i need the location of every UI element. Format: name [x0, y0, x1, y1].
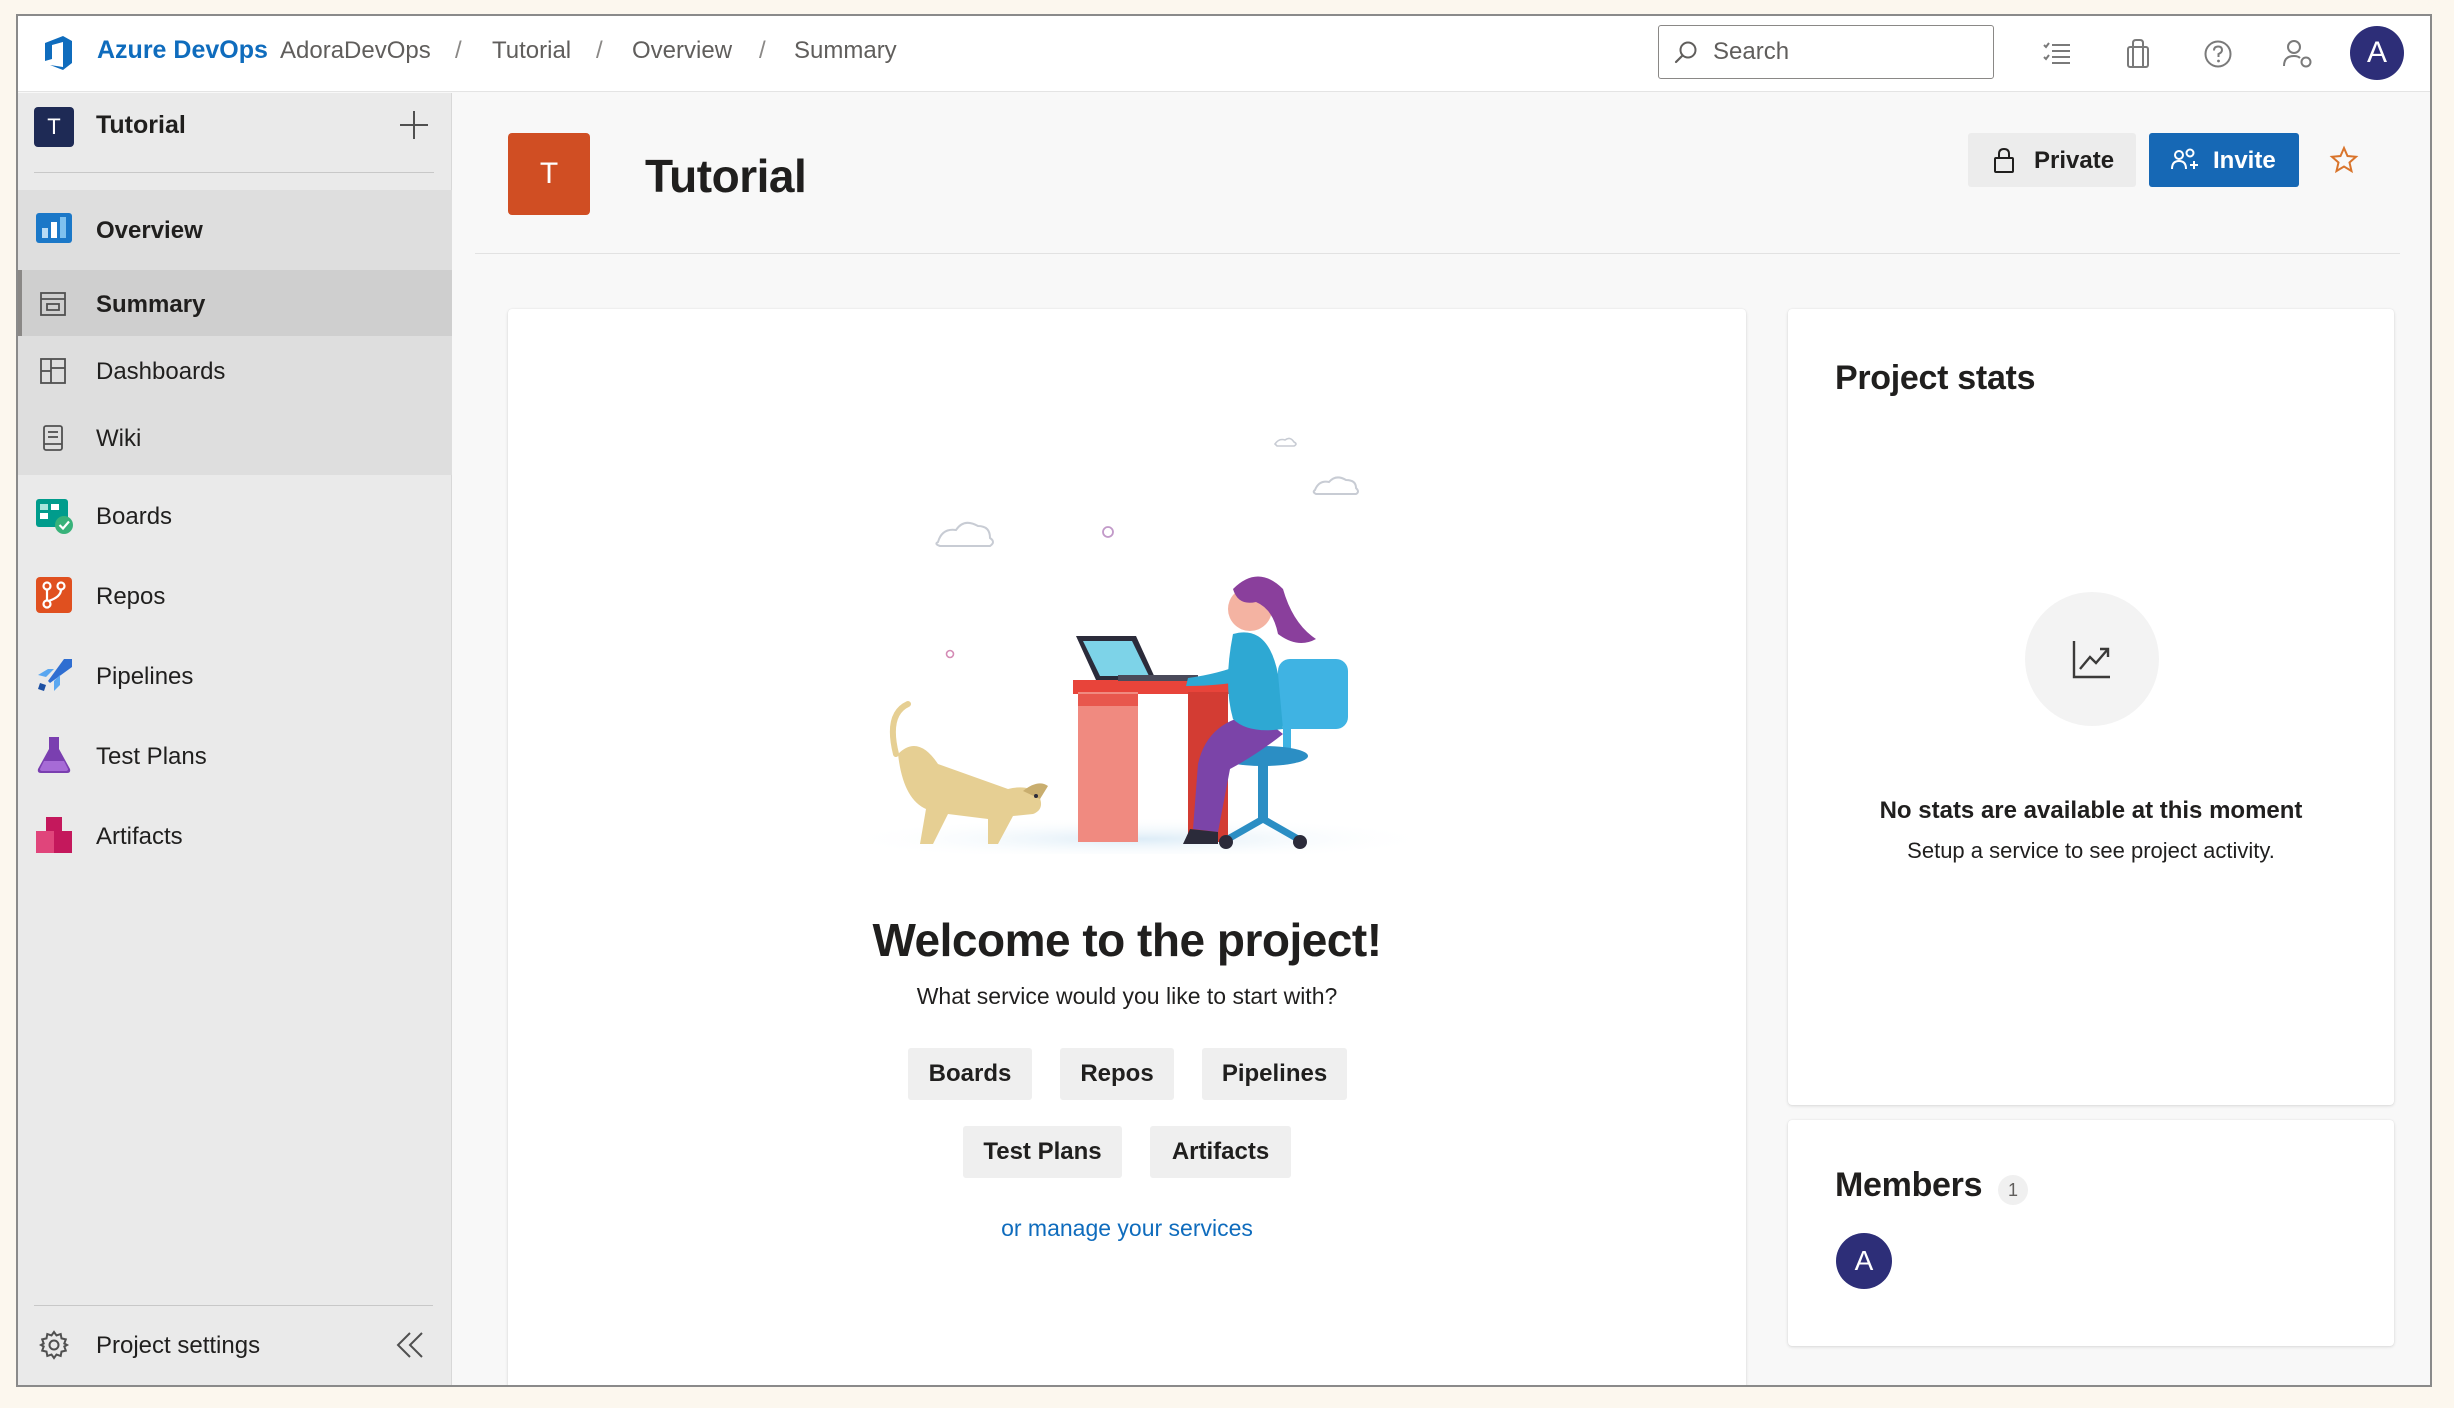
work-items-list-icon[interactable]	[2040, 36, 2076, 72]
sidebar-item-pipelines[interactable]: Pipelines	[18, 635, 452, 715]
invite-button[interactable]: Invite	[2149, 133, 2299, 187]
repos-icon	[36, 577, 72, 613]
members-title: Members	[1835, 1166, 1983, 1204]
summary-icon	[40, 292, 66, 316]
overview-icon	[36, 213, 72, 243]
sidebar-item-wiki[interactable]: Wiki	[18, 404, 452, 470]
member-avatar[interactable]: A	[1836, 1233, 1892, 1289]
stats-empty-title: No stats are available at this moment	[1879, 797, 2303, 824]
browser-frame: Azure DevOps AdoraDevOps / Tutorial / Ov…	[16, 14, 2432, 1387]
invite-button-label: Invite	[2213, 147, 2276, 174]
stats-title: Project stats	[1835, 359, 2036, 397]
invite-users-icon	[2171, 148, 2198, 170]
project-badge-large: T	[508, 133, 590, 215]
divider	[34, 172, 434, 173]
sidebar-item-label: Pipelines	[96, 663, 194, 690]
service-button-pipelines[interactable]: Pipelines	[1202, 1048, 1347, 1100]
breadcrumb-project[interactable]: Tutorial	[492, 37, 571, 65]
service-button-repos[interactable]: Repos	[1060, 1048, 1174, 1100]
brand-name[interactable]: Azure DevOps	[97, 36, 268, 65]
breadcrumb-separator: /	[455, 37, 462, 64]
breadcrumb-organization[interactable]: AdoraDevOps	[280, 37, 431, 65]
test-plans-icon	[37, 737, 71, 773]
sidebar-item-label: Summary	[96, 291, 206, 318]
artifacts-icon	[36, 817, 72, 853]
private-button-label: Private	[2034, 147, 2115, 174]
sidebar-footer: Project settings	[18, 1305, 451, 1385]
main-content: T Tutorial Private Invite Welcome to the…	[453, 93, 2430, 1385]
user-settings-icon[interactable]	[2280, 36, 2316, 72]
sidebar-item-label: Repos	[96, 583, 166, 610]
favorite-star-icon[interactable]	[2329, 145, 2359, 175]
manage-services-link[interactable]: or manage your services	[508, 1215, 1746, 1242]
search-icon	[1674, 41, 1697, 64]
project-settings-link[interactable]: Project settings	[96, 1332, 260, 1360]
breadcrumb-overview[interactable]: Overview	[632, 37, 732, 65]
welcome-illustration	[838, 437, 1438, 854]
members-card: Members 1 A	[1788, 1120, 2394, 1346]
gear-icon[interactable]	[38, 1329, 70, 1361]
project-stats-card: Project stats No stats are available at …	[1788, 309, 2394, 1105]
service-button-test-plans[interactable]: Test Plans	[963, 1126, 1122, 1178]
sidebar-item-label: Wiki	[96, 425, 142, 452]
sidebar-item-label: Boards	[96, 503, 173, 530]
welcome-card: Welcome to the project! What service wou…	[508, 309, 1746, 1385]
lock-icon	[1994, 147, 2014, 173]
azure-devops-logo-icon[interactable]	[38, 32, 78, 72]
breadcrumb-separator: /	[596, 37, 603, 64]
sidebar-item-label: Dashboards	[96, 358, 226, 385]
members-count-badge: 1	[1998, 1175, 2028, 1205]
welcome-title: Welcome to the project!	[872, 914, 1382, 966]
header-divider	[475, 253, 2400, 254]
project-header: T Tutorial	[18, 93, 452, 175]
sidebar-item-dashboards[interactable]: Dashboards	[18, 337, 452, 403]
sidebar-item-overview[interactable]: Overview	[18, 190, 452, 270]
stats-empty-subtitle: Setup a service to see project activity.	[1907, 838, 2275, 863]
search-box[interactable]	[1658, 25, 1994, 79]
sidebar-item-label: Artifacts	[96, 823, 183, 850]
dashboards-icon	[40, 358, 66, 384]
marketplace-bag-icon[interactable]	[2120, 36, 2156, 72]
sidebar-item-test-plans[interactable]: Test Plans	[18, 715, 452, 795]
search-input[interactable]	[1713, 36, 1973, 68]
sidebar: T Tutorial Overview Summary Dashboards W…	[18, 93, 452, 1385]
chart-trend-icon	[2072, 641, 2110, 679]
help-icon[interactable]	[2200, 36, 2236, 72]
sidebar-item-label: Test Plans	[96, 743, 207, 770]
project-name[interactable]: Tutorial	[96, 111, 186, 140]
service-button-artifacts[interactable]: Artifacts	[1150, 1126, 1291, 1178]
top-bar: Azure DevOps AdoraDevOps / Tutorial / Ov…	[18, 16, 2430, 92]
page-title: Tutorial	[645, 150, 807, 202]
boards-icon	[36, 499, 73, 534]
welcome-subtitle: What service would you like to start wit…	[916, 983, 1338, 1009]
wiki-icon	[43, 425, 63, 451]
sidebar-item-repos[interactable]: Repos	[18, 555, 452, 635]
breadcrumb-summary[interactable]: Summary	[794, 37, 897, 65]
collapse-sidebar-icon[interactable]	[392, 1327, 428, 1363]
sidebar-item-summary[interactable]: Summary	[18, 270, 452, 336]
sidebar-item-boards[interactable]: Boards	[18, 475, 452, 555]
user-avatar[interactable]: A	[2350, 26, 2404, 80]
sidebar-item-label: Overview	[96, 217, 203, 244]
private-button[interactable]: Private	[1968, 133, 2136, 187]
sidebar-item-artifacts[interactable]: Artifacts	[18, 795, 452, 875]
stats-placeholder	[2025, 592, 2159, 726]
project-badge[interactable]: T	[34, 107, 74, 147]
breadcrumb-separator: /	[759, 37, 766, 64]
divider	[34, 1305, 433, 1306]
pipelines-icon	[38, 659, 72, 691]
add-icon[interactable]	[394, 105, 434, 145]
service-button-boards[interactable]: Boards	[908, 1048, 1032, 1100]
